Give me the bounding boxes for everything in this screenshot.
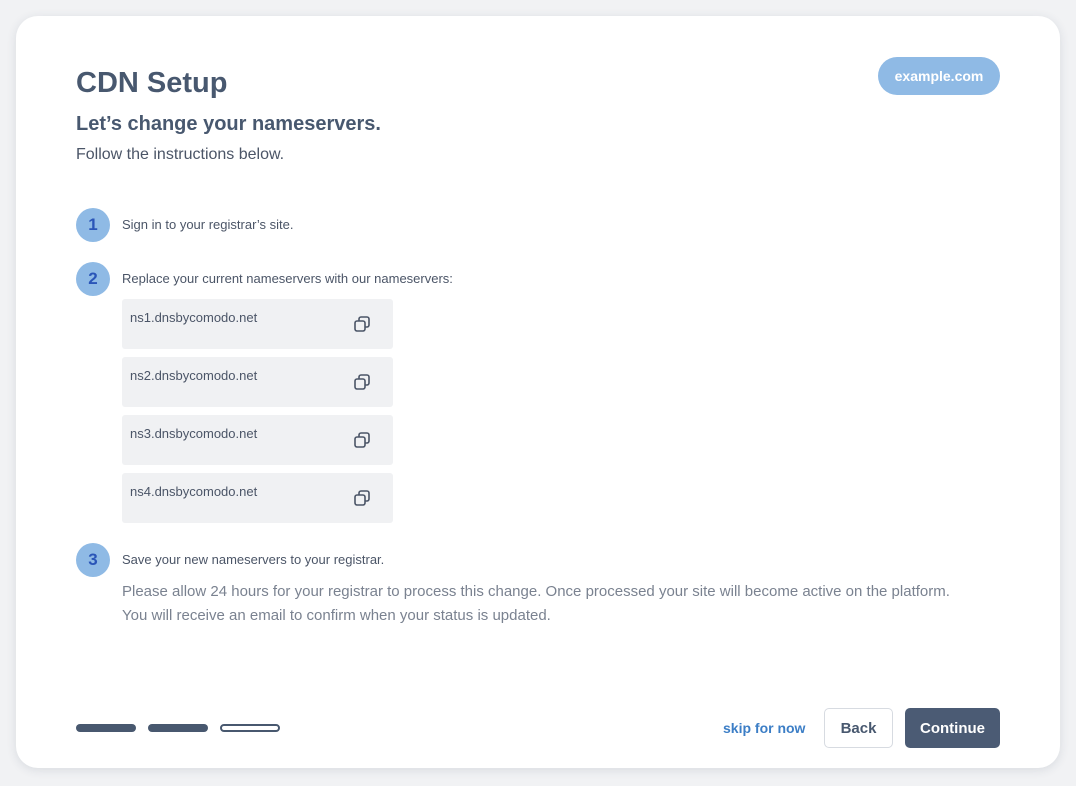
continue-button[interactable]: Continue: [905, 708, 1000, 748]
step-3-text: Save your new nameservers to your regist…: [122, 552, 385, 567]
nameserver-3-value: ns3.dnsbycomodo.net: [130, 426, 258, 441]
nameserver-1-value: ns1.dnsbycomodo.net: [130, 310, 258, 325]
processing-note: Please allow 24 hours for your registrar…: [122, 580, 1012, 628]
copy-icon[interactable]: [352, 372, 372, 392]
progress-step-2: [148, 724, 208, 732]
nameserver-2-value: ns2.dnsbycomodo.net: [130, 368, 258, 383]
page-subtitle: Let’s change your nameservers.: [76, 113, 381, 135]
nameserver-1-box: ns1.dnsbycomodo.net: [122, 299, 393, 349]
page-title: CDN Setup: [76, 67, 228, 99]
step-1-text: Sign in to your registrar’s site.: [122, 217, 294, 232]
nameserver-4-value: ns4.dnsbycomodo.net: [130, 484, 258, 499]
domain-badge[interactable]: example.com: [878, 57, 1000, 95]
copy-icon[interactable]: [352, 488, 372, 508]
instructions-text: Follow the instructions below.: [76, 146, 285, 163]
step-1-number: 1: [76, 208, 110, 242]
processing-note-line-2: You will receive an email to confirm whe…: [122, 607, 551, 624]
copy-icon[interactable]: [352, 430, 372, 450]
cdn-setup-card: CDN Setup example.com Let’s change your …: [16, 16, 1060, 768]
processing-note-line-1: Please allow 24 hours for your registrar…: [122, 583, 950, 600]
nameserver-4-box: ns4.dnsbycomodo.net: [122, 473, 393, 523]
nameserver-2-box: ns2.dnsbycomodo.net: [122, 357, 393, 407]
back-button[interactable]: Back: [824, 708, 893, 748]
step-2-text: Replace your current nameservers with ou…: [122, 271, 453, 286]
skip-for-now-link[interactable]: skip for now: [723, 718, 805, 738]
step-2-number: 2: [76, 262, 110, 296]
copy-icon[interactable]: [352, 314, 372, 334]
progress-step-3: [220, 724, 280, 732]
nameserver-3-box: ns3.dnsbycomodo.net: [122, 415, 393, 465]
progress-step-1: [76, 724, 136, 732]
step-3-number: 3: [76, 543, 110, 577]
